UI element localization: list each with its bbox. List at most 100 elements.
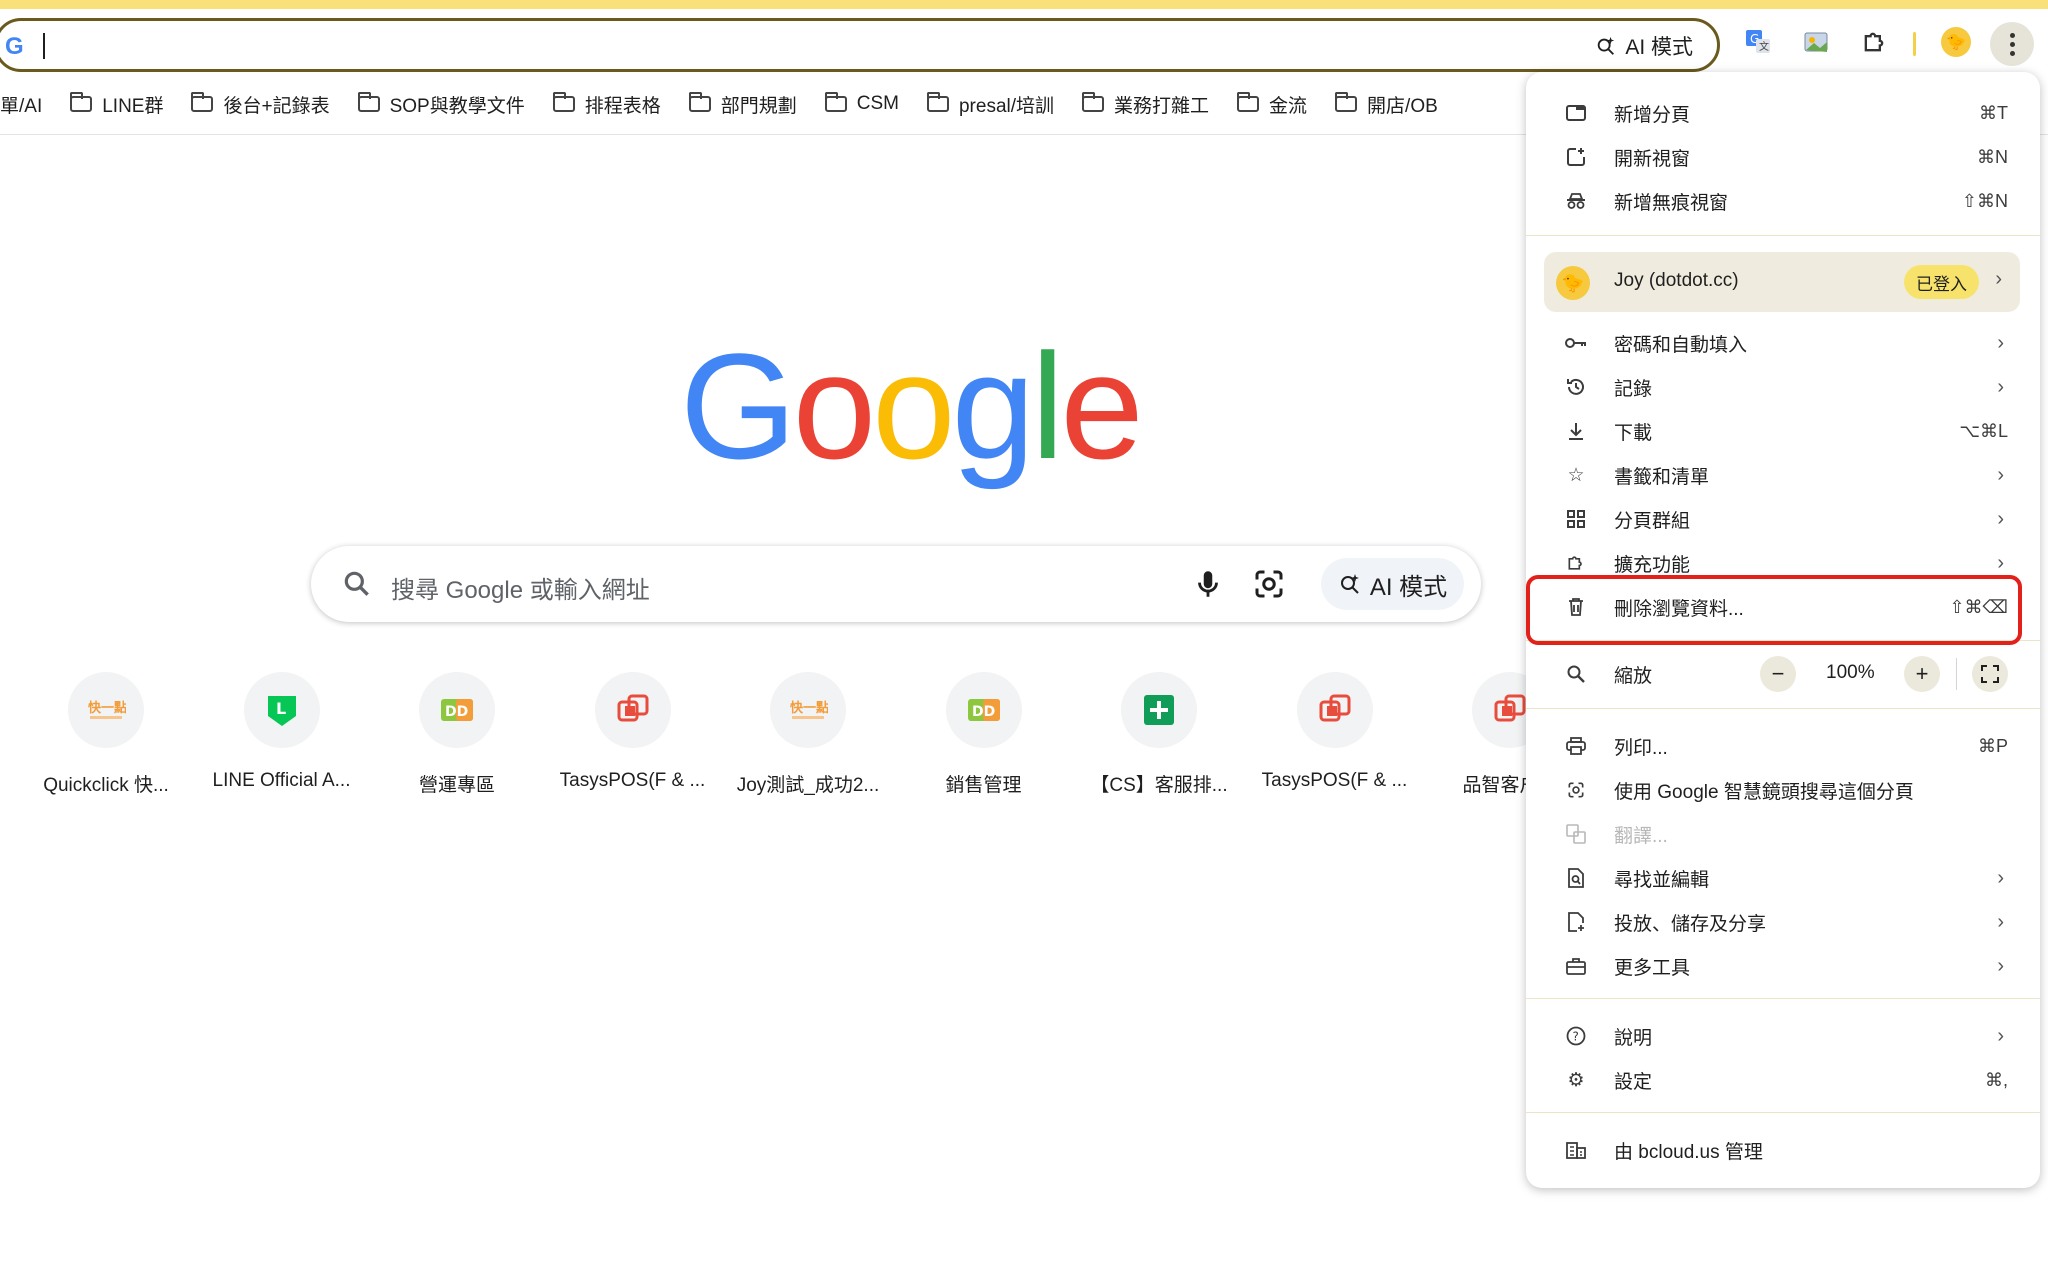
toolbar-divider	[1913, 32, 1916, 56]
menu-zoom: 縮放 − 100% +	[1526, 652, 2040, 696]
chevron-right-icon: ›	[1997, 331, 2004, 354]
google-g-icon: G	[5, 33, 24, 60]
profile-avatar-button[interactable]: 🐤	[1936, 22, 1976, 62]
key-icon	[1564, 331, 1588, 355]
chevron-right-icon: ›	[1997, 910, 2004, 933]
folder-icon	[1237, 92, 1260, 112]
bookmark-item[interactable]: 排程表格	[552, 91, 661, 118]
search-ai-mode-button[interactable]: AI 模式	[1321, 558, 1464, 610]
menu-divider	[1526, 998, 2040, 999]
bookmark-label: presal/培訓	[958, 95, 1055, 117]
bookmark-item[interactable]: 開店/OB	[1335, 91, 1438, 118]
search-placeholder[interactable]: 搜尋 Google 或輸入網址	[391, 570, 650, 605]
sheets-icon	[1121, 672, 1197, 748]
google-search-box[interactable]: 搜尋 Google 或輸入網址 AI 模式	[311, 546, 1481, 622]
translate-extension-icon[interactable]: G文	[1738, 22, 1778, 62]
shortcut-tile[interactable]: DD 營運專區	[369, 672, 545, 797]
menu-translate: 翻譯...	[1526, 812, 2040, 856]
address-bar[interactable]: G AI 模式	[0, 18, 1720, 72]
shortcut-tile[interactable]: TasysPOS(F & ...	[1247, 672, 1423, 792]
profile-name: Joy (dotdot.cc)	[1614, 270, 1739, 291]
zoom-out-button[interactable]: −	[1760, 656, 1796, 692]
ai-sparkle-search-icon	[1598, 36, 1615, 55]
folder-icon	[70, 92, 93, 112]
menu-profile-row[interactable]: 🐤 Joy (dotdot.cc) 已登入 ›	[1544, 252, 2020, 312]
shortcut-tile[interactable]: 快一點 Quickclick 快...	[18, 672, 194, 797]
menu-managed-by[interactable]: 由 bcloud.us 管理	[1526, 1128, 2040, 1172]
bookmark-item[interactable]: 金流	[1237, 91, 1307, 118]
shortcut-tile[interactable]: TasysPOS(F & ...	[545, 672, 721, 792]
chevron-right-icon: ›	[1995, 268, 2002, 290]
menu-tab-groups[interactable]: 分頁群組 ›	[1526, 497, 2040, 541]
printer-icon	[1564, 734, 1588, 758]
bookmark-label: CSM	[856, 93, 899, 114]
building-icon	[1564, 1138, 1588, 1162]
menu-new-window[interactable]: 開新視窗 ⌘N	[1526, 135, 2040, 179]
folder-icon	[191, 92, 214, 112]
screenshot-extension-icon[interactable]	[1796, 22, 1836, 62]
menu-cast-save-share[interactable]: 投放、儲存及分享 ›	[1526, 900, 2040, 944]
bookmark-item[interactable]: CSM	[824, 92, 899, 115]
menu-history[interactable]: 記錄 ›	[1526, 365, 2040, 409]
shortcut-label: 【CS】客服排...	[1090, 775, 1228, 796]
menu-passwords-autofill[interactable]: 密碼和自動填入 ›	[1526, 321, 2040, 365]
zoom-level: 100%	[1826, 662, 1875, 683]
incognito-icon	[1564, 189, 1588, 213]
bookmark-item[interactable]: 業務打雜工	[1082, 91, 1209, 118]
menu-downloads[interactable]: 下載 ⌥⌘L	[1526, 409, 2040, 453]
search-ai-mode-label: AI 模式	[1369, 573, 1448, 601]
bookmark-item[interactable]: 單/AI	[0, 91, 42, 118]
folder-icon	[824, 92, 847, 112]
bookmark-item[interactable]: presal/培訓	[926, 91, 1055, 118]
fullscreen-button[interactable]	[1972, 656, 2008, 692]
menu-bookmarks-lists[interactable]: ☆ 書籤和清單 ›	[1526, 453, 2040, 497]
google-lens-icon[interactable]	[1251, 566, 1287, 602]
fullscreen-icon	[1981, 665, 1999, 683]
bookmark-label: LINE群	[102, 95, 164, 117]
chevron-right-icon: ›	[1997, 551, 2004, 574]
menu-lens-search[interactable]: 使用 Google 智慧鏡頭搜尋這個分頁	[1526, 768, 2040, 812]
zoom-in-button[interactable]: +	[1904, 656, 1940, 692]
shortcut-tile[interactable]: L LINE Official A...	[194, 672, 370, 792]
menu-help[interactable]: ? 說明 ›	[1526, 1014, 2040, 1058]
dd-icon: DD	[945, 672, 1022, 748]
shortcut-label: LINE Official A...	[212, 770, 351, 791]
tasys-icon	[1296, 672, 1373, 748]
shortcut-tile[interactable]: 快一點 Joy測試_成功2...	[720, 672, 896, 797]
chrome-menu-button[interactable]	[1990, 22, 2034, 66]
download-icon	[1564, 419, 1588, 443]
bookmark-item[interactable]: SOP與教學文件	[357, 91, 525, 118]
shortcut-tile[interactable]: 【CS】客服排...	[1071, 672, 1247, 797]
bookmark-item[interactable]: 部門規劃	[688, 91, 797, 118]
bookmark-item[interactable]: 後台+記錄表	[191, 91, 330, 118]
menu-new-tab[interactable]: 新增分頁 ⌘T	[1526, 91, 2040, 135]
chevron-right-icon: ›	[1997, 507, 2004, 530]
bookmark-label: 單/AI	[0, 95, 43, 117]
chevron-right-icon: ›	[1997, 866, 2004, 889]
omnibox-ai-mode-button[interactable]: AI 模式	[1595, 32, 1693, 60]
menu-more-tools[interactable]: 更多工具 ›	[1526, 944, 2040, 988]
help-icon: ?	[1564, 1024, 1588, 1048]
bookmark-label: 排程表格	[584, 95, 661, 117]
menu-print[interactable]: 列印... ⌘P	[1526, 724, 2040, 768]
shortcut-tile[interactable]: DD 銷售管理	[896, 672, 1072, 797]
quickclick-icon: 快一點	[770, 672, 846, 748]
shortcut-tiles: 快一點 Quickclick 快... L LINE Official A... DD 營…	[0, 672, 1558, 812]
shortcut-label: Joy測試_成功2...	[736, 775, 880, 796]
text-cursor	[43, 33, 45, 59]
translate-icon	[1564, 822, 1588, 846]
chevron-right-icon: ›	[1997, 375, 2004, 398]
menu-find-edit[interactable]: 尋找並編輯 ›	[1526, 856, 2040, 900]
shortcut-label: TasysPOS(F & ...	[559, 770, 706, 791]
bookmark-item[interactable]: LINE群	[70, 91, 163, 118]
menu-new-incognito[interactable]: 新增無痕視窗 ⇧⌘N	[1526, 179, 2040, 223]
find-page-icon	[1564, 866, 1588, 890]
extensions-puzzle-icon[interactable]	[1854, 22, 1894, 62]
avatar: 🐤	[1556, 266, 1590, 300]
bookmark-label: 金流	[1269, 95, 1308, 117]
svg-text:L: L	[276, 699, 286, 718]
menu-settings[interactable]: ⚙ 設定 ⌘,	[1526, 1058, 2040, 1102]
bookmark-label: 開店/OB	[1367, 95, 1438, 117]
folder-icon	[688, 92, 711, 112]
microphone-icon[interactable]	[1191, 566, 1225, 602]
